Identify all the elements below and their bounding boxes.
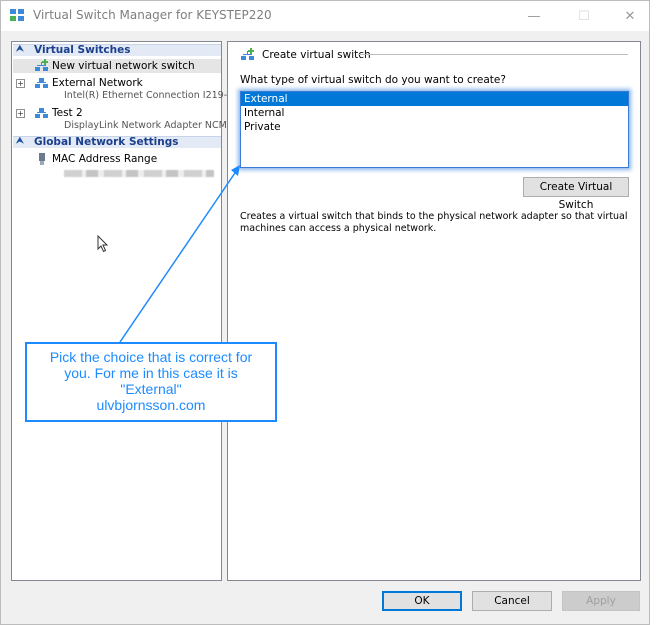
network-switch-icon <box>35 108 48 118</box>
tree-item-external-network[interactable]: + External Network <box>13 76 221 90</box>
virtual-switch-manager-window: Virtual Switch Manager for KEYSTEP220 — … <box>0 0 650 625</box>
group-divider <box>358 54 628 55</box>
global-network-settings-label: Global Network Settings <box>34 136 179 148</box>
expand-icon[interactable]: + <box>16 109 25 118</box>
tree-item-label: MAC Address Range <box>52 153 158 165</box>
list-item-internal[interactable]: Internal <box>241 106 628 120</box>
tree-item-new-virtual-switch[interactable]: New virtual network switch <box>13 59 221 73</box>
collapse-chevron-icon: ⮝ <box>16 136 24 146</box>
global-network-settings-section-header[interactable]: ⮝ Global Network Settings <box>13 136 221 148</box>
expand-icon[interactable]: + <box>16 79 25 88</box>
minimize-button[interactable]: — <box>511 1 557 31</box>
switch-type-list[interactable]: External Internal Private <box>240 91 629 168</box>
adapter-description: Intel(R) Ethernet Connection I219-V <box>64 90 234 101</box>
maximize-button[interactable]: ☐ <box>561 1 607 31</box>
collapse-chevron-icon: ⮝ <box>16 44 24 54</box>
cancel-button[interactable]: Cancel <box>472 591 552 611</box>
window-title: Virtual Switch Manager for KEYSTEP220 <box>33 8 272 22</box>
mouse-pointer-icon <box>97 235 109 253</box>
new-switch-icon <box>35 59 48 71</box>
details-panel: Create virtual switch What type of virtu… <box>227 41 641 581</box>
callout-line: "External" <box>120 381 182 397</box>
callout-line: ulvbjornsson.com <box>96 397 206 413</box>
new-switch-icon <box>241 48 254 60</box>
annotation-callout: Pick the choice that is correct for you.… <box>25 342 277 422</box>
list-item-external[interactable]: External <box>241 92 628 106</box>
group-title-label: Create virtual switch <box>262 49 371 61</box>
virtual-switch-manager-icon <box>10 9 24 21</box>
virtual-switches-label: Virtual Switches <box>34 44 131 56</box>
adapter-description: DisplayLink Network Adapter NCM <box>64 120 227 131</box>
title-bar[interactable]: Virtual Switch Manager for KEYSTEP220 — … <box>1 1 649 31</box>
virtual-switches-section-header[interactable]: ⮝ Virtual Switches <box>13 44 221 56</box>
redacted-mac-range <box>64 170 214 177</box>
switch-type-description: Creates a virtual switch that binds to t… <box>240 211 628 234</box>
group-title: Create virtual switch <box>240 48 371 62</box>
ok-button[interactable]: OK <box>382 591 462 611</box>
network-adapter-icon <box>39 153 45 165</box>
apply-button[interactable]: Apply <box>562 591 640 611</box>
callout-line: Pick the choice that is correct for <box>49 349 253 365</box>
tree-item-test-2[interactable]: + Test 2 <box>13 106 221 120</box>
callout-line: you. For me in this case it is <box>64 365 238 381</box>
network-switch-icon <box>35 78 48 88</box>
close-button[interactable]: ✕ <box>607 1 653 31</box>
tree-item-label: New virtual network switch <box>52 60 195 72</box>
tree-item-label: External Network <box>52 77 143 89</box>
tree-item-label: Test 2 <box>52 107 83 119</box>
navigation-tree[interactable]: ⮝ Virtual Switches New virtual network s… <box>11 41 233 581</box>
tree-item-mac-address-range[interactable]: MAC Address Range <box>13 152 221 166</box>
switch-type-question: What type of virtual switch do you want … <box>240 74 506 86</box>
list-item-private[interactable]: Private <box>241 120 628 134</box>
create-virtual-switch-button[interactable]: Create Virtual Switch <box>523 177 629 211</box>
